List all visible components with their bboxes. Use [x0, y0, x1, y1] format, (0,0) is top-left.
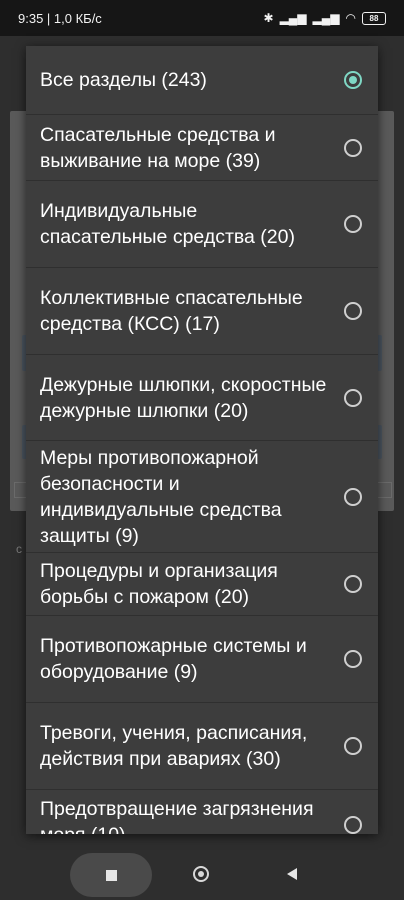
option-all-sections[interactable]: Все разделы (243) — [26, 46, 378, 114]
radio-icon[interactable] — [344, 487, 362, 506]
option-fire-safety[interactable]: Меры противопожарной безопасности и инди… — [26, 440, 378, 552]
option-label: Процедуры и организация борьбы с пожаром… — [40, 560, 278, 608]
section-select-dialog: Все разделы (243) Спасательные средства … — [26, 46, 378, 834]
option-label: Спасательные средства и выживание на мор… — [40, 123, 276, 172]
radio-icon[interactable] — [344, 650, 362, 668]
back-button[interactable] — [287, 868, 297, 880]
home-button[interactable] — [193, 866, 209, 882]
signal-icon-2: ▂▄▆ — [312, 11, 340, 25]
radio-icon[interactable] — [344, 138, 362, 157]
option-personal-lifesaving[interactable]: Индивидуальные спасательные средства (20… — [26, 180, 378, 267]
option-label: Все разделы (243) — [40, 69, 207, 91]
bluetooth-icon: ✱ — [263, 11, 274, 25]
option-label: Предотвращение загрязнения моря (10) — [40, 798, 314, 834]
radio-checked-icon[interactable] — [344, 71, 362, 89]
option-label: Коллективные спасательные средства (КСС)… — [40, 287, 303, 335]
option-pollution-prevention[interactable]: Предотвращение загрязнения моря (10) — [26, 789, 378, 834]
option-label: Тревоги, учения, расписания, действия пр… — [40, 722, 308, 770]
option-alarms-drills[interactable]: Тревоги, учения, расписания, действия пр… — [26, 702, 378, 789]
option-firefighting-procedures[interactable]: Процедуры и организация борьбы с пожаром… — [26, 552, 378, 615]
radio-icon[interactable] — [344, 388, 362, 407]
option-label: Индивидуальные спасательные средства (20… — [40, 200, 295, 248]
radio-icon[interactable] — [344, 816, 362, 834]
option-label: Меры противопожарной безопасности и инди… — [40, 446, 282, 547]
background-checkbox-2 — [376, 482, 392, 498]
option-label: Противопожарные системы и оборудование (… — [40, 635, 307, 683]
radio-icon[interactable] — [344, 302, 362, 320]
background-text: с — [16, 542, 22, 556]
recents-button[interactable] — [70, 853, 152, 897]
option-rescue-boats[interactable]: Дежурные шлюпки, скоростные дежурные шлю… — [26, 354, 378, 440]
navigation-bar — [0, 850, 404, 900]
radio-icon[interactable] — [344, 215, 362, 233]
radio-icon[interactable] — [344, 737, 362, 755]
wifi-icon: ◠ — [345, 11, 356, 25]
status-bar: 9:35 | 1,0 КБ/с ✱ ▂▄▆ ▂▄▆ ◠ 88 — [0, 0, 404, 36]
status-time: 9:35 | 1,0 КБ/с — [18, 10, 102, 26]
signal-icon: ▂▄▆ — [279, 11, 307, 25]
battery-icon: 88 — [362, 11, 386, 25]
radio-icon[interactable] — [344, 575, 362, 593]
option-label: Дежурные шлюпки, скоростные дежурные шлю… — [40, 373, 327, 422]
option-survival-at-sea[interactable]: Спасательные средства и выживание на мор… — [26, 114, 378, 180]
option-collective-lifesaving[interactable]: Коллективные спасательные средства (КСС)… — [26, 267, 378, 354]
option-fire-systems[interactable]: Противопожарные системы и оборудование (… — [26, 615, 378, 702]
status-icons: ✱ ▂▄▆ ▂▄▆ ◠ 88 — [264, 11, 386, 25]
